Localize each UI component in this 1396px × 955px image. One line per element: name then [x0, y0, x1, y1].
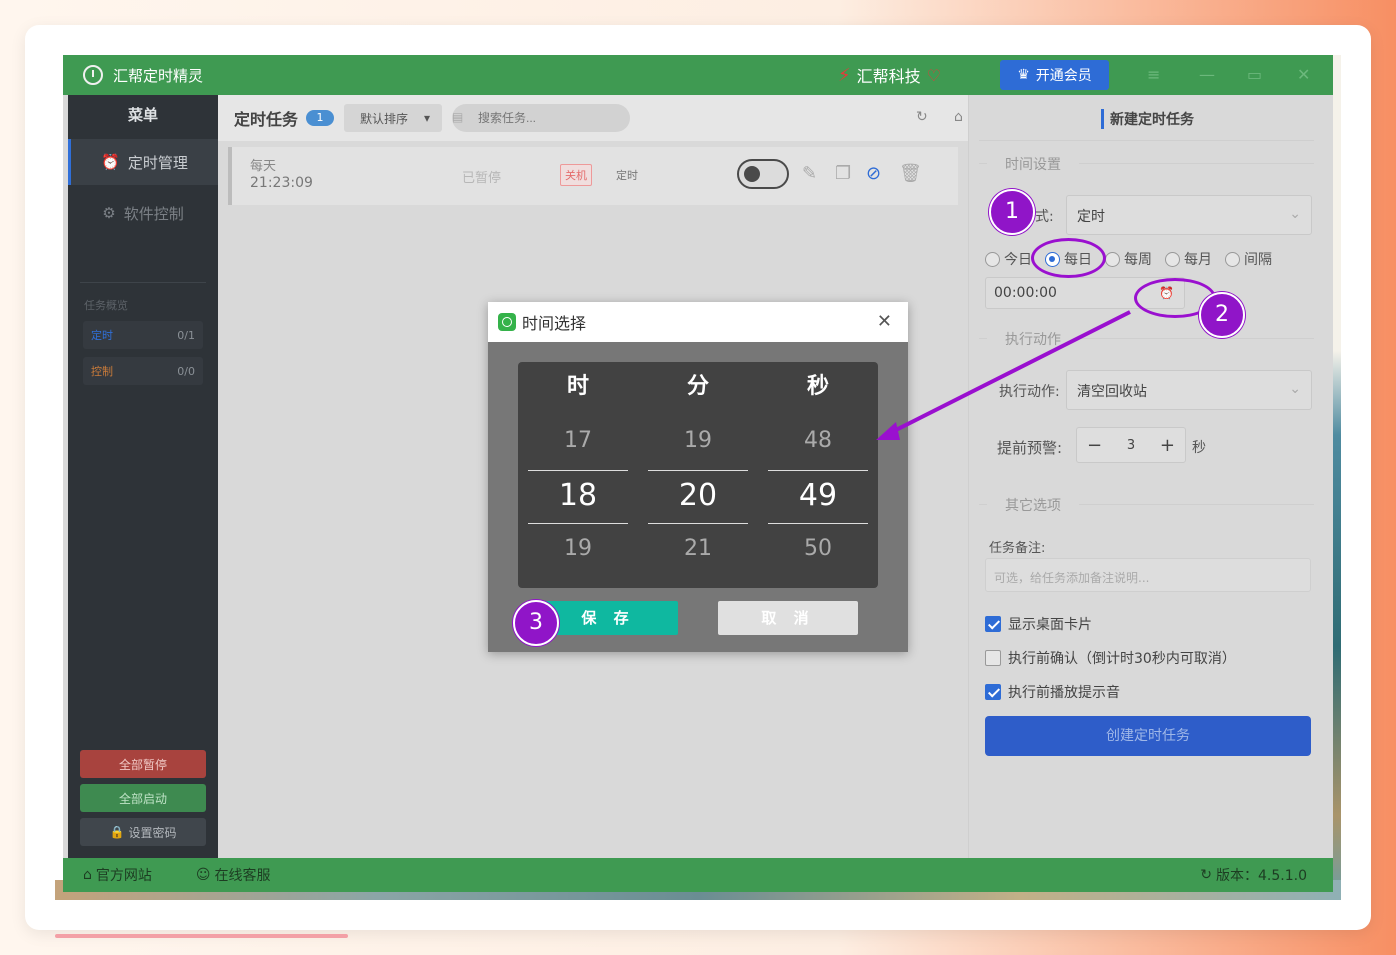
step-marker-3: 3: [513, 600, 559, 646]
annotation-arrow: [876, 310, 1131, 440]
step-marker-1: 1: [989, 189, 1035, 235]
step-marker-2: 2: [1199, 292, 1245, 338]
